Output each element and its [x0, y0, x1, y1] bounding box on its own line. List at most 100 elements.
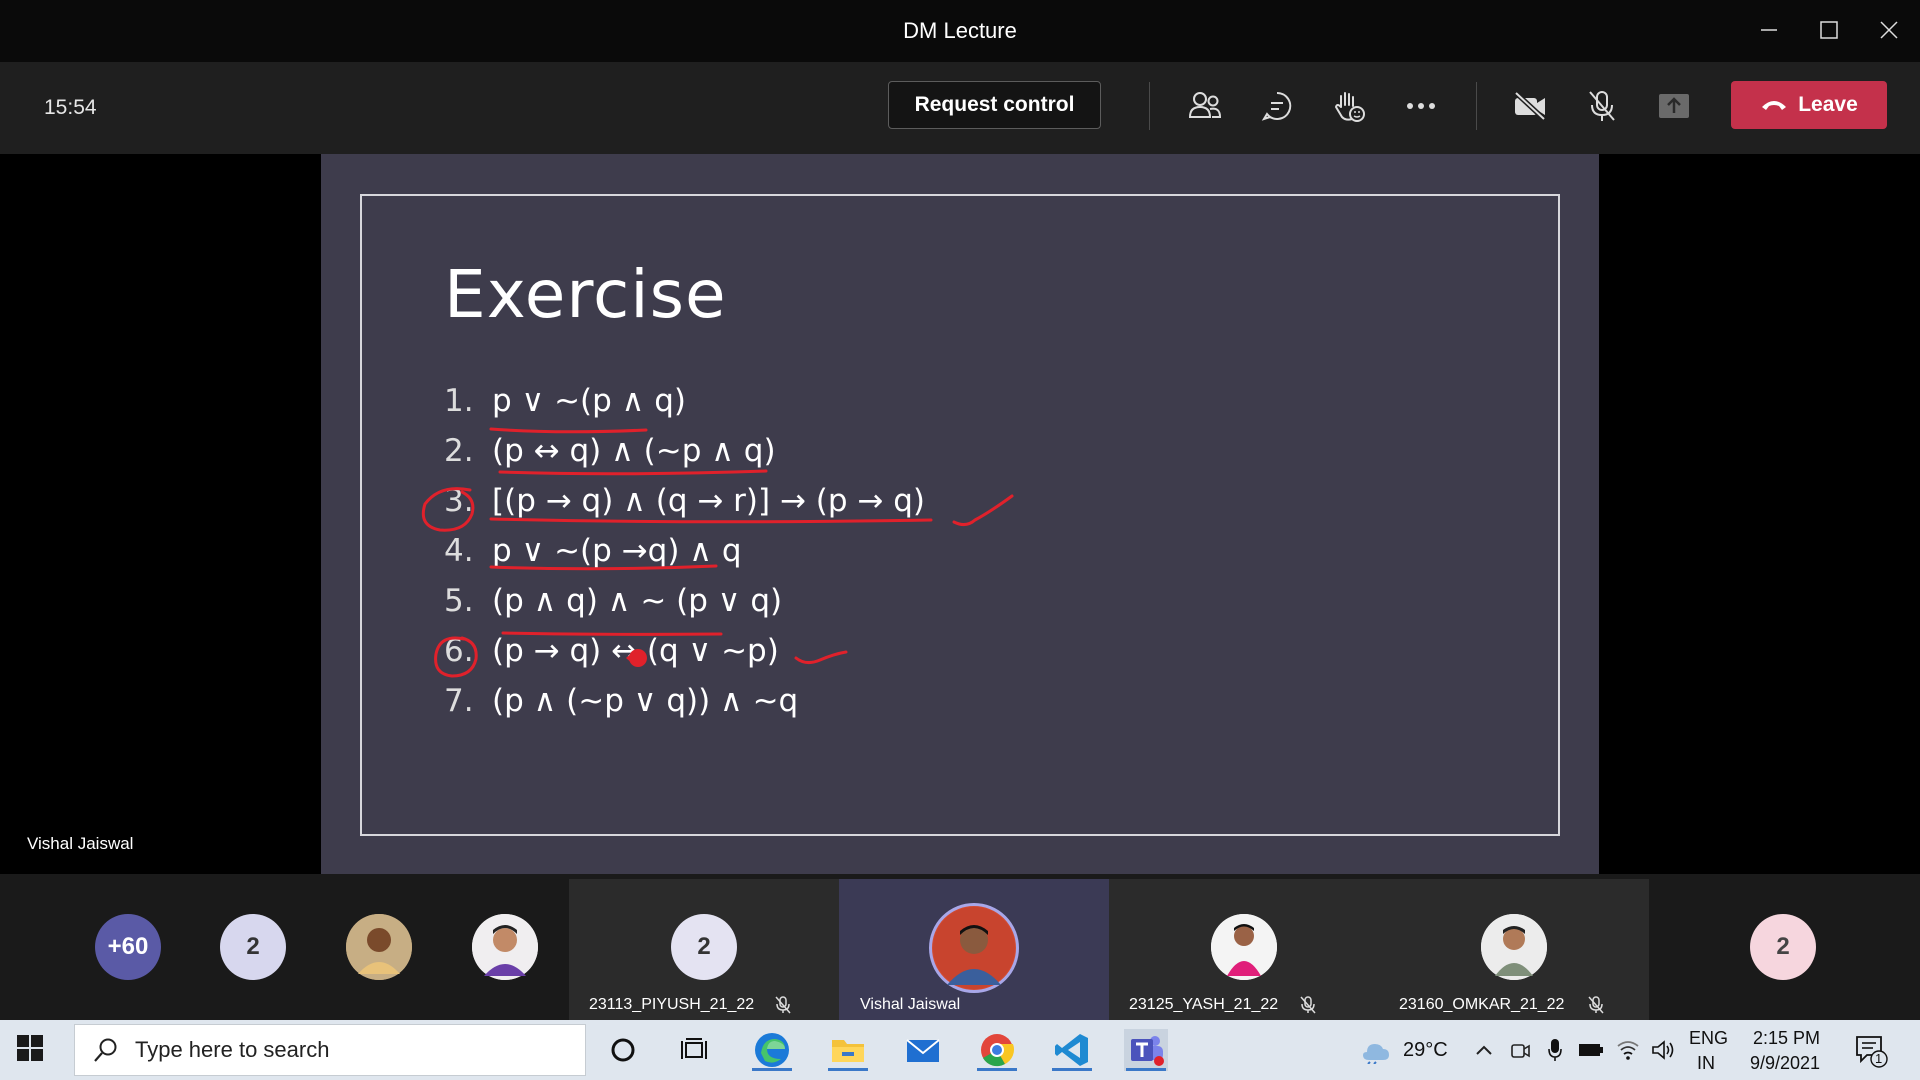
- request-control-button[interactable]: Request control: [888, 81, 1101, 129]
- search-icon: [94, 1038, 117, 1062]
- clock-date[interactable]: 9/9/2021: [1750, 1053, 1820, 1074]
- share-content-button[interactable]: [1650, 82, 1698, 130]
- participant-name: 23113_PIYUSH_21_22: [589, 996, 755, 1013]
- clock-time[interactable]: 2:15 PM: [1753, 1028, 1820, 1049]
- exercise-item: 7. (p ∧ (~p ∨ q)) ∧ ~q: [444, 676, 925, 726]
- close-window-button[interactable]: [1864, 10, 1914, 50]
- mic-off-icon: [1300, 996, 1316, 1014]
- mic-off-icon: [1588, 996, 1604, 1014]
- weather-icon: [1363, 1044, 1389, 1064]
- mail-app[interactable]: [901, 1029, 945, 1071]
- running-indicator: [828, 1068, 868, 1071]
- leave-button[interactable]: Leave: [1731, 81, 1887, 129]
- exercise-number: 1.: [444, 383, 474, 419]
- edge-browser-icon: [755, 1033, 789, 1067]
- mic-off-icon: [1589, 91, 1615, 121]
- cortana-icon: [611, 1038, 635, 1062]
- overflow-participants-button[interactable]: +60: [95, 914, 161, 980]
- exercise-item: 1. p ∨ ~(p ∧ q): [444, 376, 925, 426]
- participant-strip: +60 2 2 23113_PIYUSH_21_22 Vishal Jaiswa…: [0, 874, 1920, 1020]
- toolbar-divider: [1476, 82, 1477, 130]
- exercise-item: 6. (p → q) ↔ (q ∨ ~p): [444, 626, 925, 676]
- wifi-icon[interactable]: [1616, 1040, 1640, 1060]
- person-photo-icon: [1481, 914, 1547, 980]
- battery-icon[interactable]: [1578, 1042, 1604, 1058]
- camera-off-icon: [1514, 92, 1546, 120]
- exercise-expression: p ∨ ~(p ∧ q): [492, 383, 686, 419]
- notifications-button[interactable]: 1: [1855, 1034, 1889, 1068]
- chrome-app[interactable]: [975, 1029, 1019, 1071]
- input-language[interactable]: ENG: [1689, 1028, 1728, 1049]
- exercise-expression: p ∨ ~(p →q) ∧ q: [492, 533, 742, 569]
- participant-avatar[interactable]: 2: [220, 914, 286, 980]
- running-indicator: [1126, 1068, 1166, 1071]
- windows-logo-icon: [17, 1035, 43, 1061]
- presenter-name: Vishal Jaiswal: [27, 834, 134, 853]
- exercise-number: 3.: [444, 483, 474, 519]
- person-photo-icon: [346, 914, 412, 980]
- chrome-icon: [981, 1034, 1015, 1067]
- task-view-icon: [681, 1038, 707, 1059]
- meeting-toolbar: 15:54 Request control Leave: [0, 62, 1920, 154]
- exercise-number: 5.: [444, 583, 474, 619]
- folder-icon: [832, 1040, 864, 1062]
- task-view-button[interactable]: [672, 1029, 716, 1071]
- person-photo-icon: [472, 914, 538, 980]
- input-region: IN: [1697, 1053, 1715, 1073]
- more-actions-button[interactable]: [1397, 82, 1445, 130]
- maximize-button[interactable]: [1804, 10, 1854, 50]
- camera-toggle-button[interactable]: [1506, 82, 1554, 130]
- participant-avatar: [1481, 914, 1547, 980]
- exercise-item: 4. p ∨ ~(p →q) ∧ q: [444, 526, 925, 576]
- participant-avatar[interactable]: [472, 914, 538, 980]
- notification-count: 1: [1875, 1051, 1883, 1066]
- participant-tile[interactable]: 2 23113_PIYUSH_21_22: [569, 879, 839, 1020]
- meet-now-icon[interactable]: [1510, 1039, 1530, 1061]
- close-icon: [1880, 21, 1898, 39]
- action-center-icon: [1856, 1036, 1888, 1068]
- share-tray-icon: [1659, 94, 1689, 118]
- participant-avatar[interactable]: 2: [1750, 914, 1816, 980]
- minimize-icon: [1761, 29, 1777, 31]
- taskbar-search-box[interactable]: Type here to search: [74, 1024, 586, 1076]
- weather-temperature[interactable]: 29°C: [1403, 1039, 1448, 1062]
- toolbar-divider: [1149, 82, 1150, 130]
- mic-toggle-button[interactable]: [1578, 82, 1626, 130]
- participant-avatar[interactable]: [346, 914, 412, 980]
- participant-tile[interactable]: 23125_YASH_21_22: [1109, 879, 1379, 1020]
- edge-app[interactable]: [750, 1029, 794, 1071]
- exercise-number: 6.: [444, 633, 474, 669]
- chat-button[interactable]: [1253, 82, 1301, 130]
- participant-name: 23160_OMKAR_21_22: [1399, 996, 1565, 1013]
- shared-content: Exercise 1. p ∨ ~(p ∧ q) 2. (p ↔ q) ∧ (~p …: [321, 154, 1599, 874]
- shared-screen-stage: Exercise 1. p ∨ ~(p ∧ q) 2. (p ↔ q) ∧ (~p …: [0, 154, 1920, 874]
- more-icon: [1407, 103, 1435, 109]
- chevron-up-icon[interactable]: [1475, 1044, 1493, 1056]
- participants-button[interactable]: [1181, 82, 1229, 130]
- participant-initials: 2: [671, 914, 737, 980]
- participant-avatar: [1211, 914, 1277, 980]
- window-title: DM Lecture: [903, 18, 1017, 43]
- teams-app[interactable]: [1124, 1029, 1168, 1071]
- search-placeholder: Type here to search: [135, 1037, 330, 1062]
- volume-icon[interactable]: [1651, 1040, 1675, 1060]
- microphone-icon[interactable]: [1548, 1038, 1562, 1062]
- title-bar: DM Lecture: [0, 0, 1920, 62]
- exercise-item: 5. (p ∧ q) ∧ ~ (p ∨ q): [444, 576, 925, 626]
- exercise-expression: (p ∧ (~p ∨ q)) ∧ ~q: [492, 683, 799, 719]
- cortana-button[interactable]: [601, 1029, 645, 1071]
- exercise-expression: (p ∧ q) ∧ ~ (p ∨ q): [492, 583, 783, 619]
- vscode-app[interactable]: [1050, 1029, 1094, 1071]
- start-button[interactable]: [16, 1034, 44, 1067]
- exercise-list: 1. p ∨ ~(p ∧ q) 2. (p ↔ q) ∧ (~p ∧ q) 3. [(…: [444, 376, 925, 726]
- participant-tile[interactable]: 23160_OMKAR_21_22: [1379, 879, 1649, 1020]
- taskbar: Type here to search 29°C ENG IN 2:15 PM …: [0, 1020, 1920, 1080]
- leave-label: Leave: [1798, 93, 1858, 116]
- minimize-button[interactable]: [1744, 10, 1794, 50]
- file-explorer-app[interactable]: [826, 1029, 870, 1071]
- slide: Exercise 1. p ∨ ~(p ∧ q) 2. (p ↔ q) ∧ (~p …: [360, 194, 1560, 836]
- reactions-button[interactable]: [1325, 82, 1373, 130]
- participant-tile-speaking[interactable]: Vishal Jaiswal: [839, 879, 1109, 1020]
- vscode-icon: [1055, 1034, 1088, 1066]
- exercise-item: 2. (p ↔ q) ∧ (~p ∧ q): [444, 426, 925, 476]
